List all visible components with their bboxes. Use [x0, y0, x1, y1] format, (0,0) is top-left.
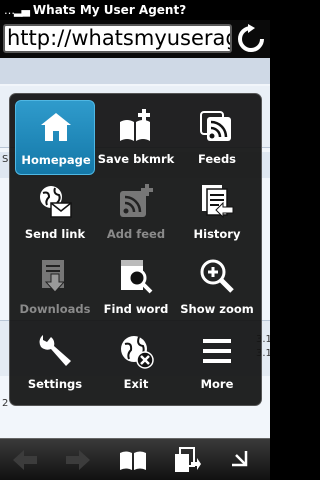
history-icon	[199, 183, 235, 219]
bookmark-add-icon	[118, 108, 154, 144]
menu-item-downloads[interactable]: Downloads	[15, 250, 95, 325]
menu-item-label: Settings	[27, 377, 83, 391]
options-menu: Homepage Save bkmrk Feeds Send link Add …	[9, 93, 262, 406]
window-title: Whats My User Agent?	[32, 3, 187, 17]
menu-item-add-feed[interactable]: Add feed	[96, 175, 176, 250]
feeds-icon	[199, 108, 235, 144]
menu-item-label: Add feed	[106, 227, 166, 241]
page-text-fragment: S	[2, 154, 9, 165]
menu-item-label: More	[200, 377, 234, 391]
menu-item-label: Show zoom	[180, 302, 254, 316]
address-bar: http://whatsmyuseragen	[0, 20, 270, 58]
menu-item-send-link[interactable]: Send link	[15, 175, 95, 250]
downloads-icon	[37, 258, 73, 294]
reload-icon	[238, 24, 264, 52]
menu-item-label: Feeds	[197, 152, 237, 166]
exit-globe-icon	[118, 333, 154, 369]
menu-item-label: Find word	[103, 302, 169, 316]
menu-item-history[interactable]: History	[177, 175, 257, 250]
more-lines-icon	[199, 333, 235, 369]
menu-item-feeds[interactable]: Feeds	[177, 100, 257, 175]
menu-item-show-zoom[interactable]: Show zoom	[177, 250, 257, 325]
signal-icon: …▂▄	[4, 3, 30, 17]
menu-item-label: Save bkmrk	[97, 152, 175, 166]
zoom-in-icon	[199, 258, 235, 294]
reload-button[interactable]	[236, 24, 266, 54]
menu-item-save-bookmark[interactable]: Save bkmrk	[96, 100, 176, 175]
home-icon	[38, 109, 74, 145]
find-word-icon	[118, 258, 154, 294]
windows-button[interactable]	[171, 445, 201, 475]
fullscreen-button[interactable]	[226, 445, 256, 475]
menu-item-label: Homepage	[21, 153, 91, 167]
page-header-strip	[0, 58, 270, 84]
send-link-icon	[37, 183, 73, 219]
bookmarks-button[interactable]	[118, 445, 148, 475]
back-button[interactable]	[10, 445, 40, 475]
add-feed-icon	[118, 183, 154, 219]
forward-arrow-icon	[66, 450, 90, 470]
menu-item-label: History	[193, 227, 241, 241]
back-arrow-icon	[13, 450, 37, 470]
windows-icon	[175, 447, 201, 472]
bottom-toolbar	[0, 438, 270, 480]
menu-item-label: Downloads	[19, 302, 91, 316]
menu-item-label: Exit	[123, 377, 149, 391]
wrench-icon	[37, 333, 73, 369]
menu-item-exit[interactable]: Exit	[96, 325, 176, 400]
menu-item-settings[interactable]: Settings	[15, 325, 95, 400]
fullscreen-icon	[232, 451, 248, 467]
menu-item-homepage[interactable]: Homepage	[15, 100, 95, 175]
page-text-fragment: 2	[2, 398, 9, 409]
menu-item-label: Send link	[24, 227, 86, 241]
menu-item-more[interactable]: More	[177, 325, 257, 400]
bookmarks-book-icon	[120, 451, 146, 470]
status-bar: …▂▄ Whats My User Agent?	[0, 0, 270, 20]
menu-item-find-word[interactable]: Find word	[96, 250, 176, 325]
url-field[interactable]: http://whatsmyuseragen	[3, 24, 232, 53]
forward-button[interactable]	[63, 445, 93, 475]
